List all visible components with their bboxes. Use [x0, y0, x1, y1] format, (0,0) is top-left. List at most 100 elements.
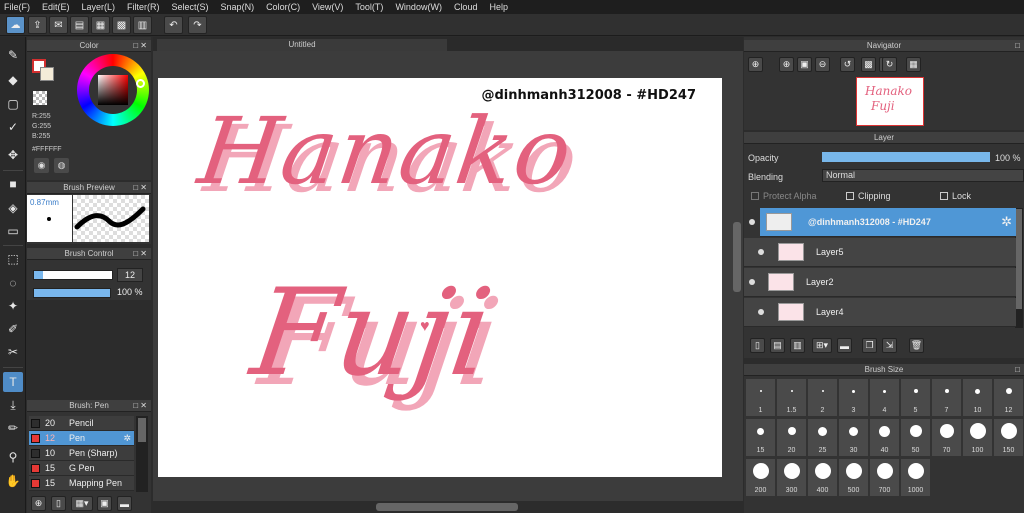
menu-item[interactable]: Color(C): [266, 2, 300, 12]
brush-size-option[interactable]: 25: [808, 419, 837, 456]
magic-wand-icon[interactable]: ✦: [3, 296, 23, 316]
menu-item[interactable]: Edit(E): [42, 2, 70, 12]
brush-settings-icon[interactable]: ▣: [97, 496, 112, 511]
background-color-swatch[interactable]: [40, 67, 54, 81]
new-layer-icon[interactable]: ▯: [750, 338, 765, 353]
layer-row[interactable]: Layer5: [744, 238, 1016, 267]
copy-brush-icon[interactable]: ▯: [51, 496, 66, 511]
visibility-icon[interactable]: [749, 279, 755, 285]
menu-item[interactable]: Snap(N): [221, 2, 255, 12]
add-brush-icon[interactable]: ⊕: [31, 496, 46, 511]
select-rect-icon[interactable]: ▢: [3, 94, 23, 114]
gradient-tool-icon[interactable]: ▭: [3, 221, 23, 241]
rotate-left-icon[interactable]: ↺: [840, 57, 855, 72]
layer-row[interactable]: @dinhmanh312008 - #HD247 ✲: [760, 208, 1016, 237]
chat-icon[interactable]: ✉: [49, 16, 68, 34]
navigator-thumbnail[interactable]: Hanako Fuji: [856, 77, 924, 126]
hue-cursor[interactable]: [136, 79, 145, 88]
brush-size-slider[interactable]: [33, 270, 113, 280]
color-set-icon[interactable]: ◍: [54, 158, 69, 173]
transparent-color-swatch[interactable]: [33, 91, 47, 105]
add-layer-menu-icon[interactable]: ⊞▾: [812, 338, 832, 353]
eraser-tool-icon[interactable]: ◆: [3, 70, 23, 90]
gear-icon[interactable]: ✲: [123, 431, 131, 446]
rect-select-icon[interactable]: ⬚: [3, 249, 23, 269]
select-pen-icon[interactable]: ✐: [3, 319, 23, 339]
tab-untitled[interactable]: Untitled: [157, 39, 447, 51]
menu-item[interactable]: Cloud: [454, 2, 478, 12]
close-icon[interactable]: □ ✕: [133, 401, 147, 410]
brush-size-option[interactable]: 500: [839, 459, 868, 496]
hand-tool-icon[interactable]: ✋: [3, 471, 23, 491]
brush-size-option[interactable]: 100: [963, 419, 992, 456]
cloud-icon[interactable]: ☁: [6, 16, 25, 34]
zoom-out-icon[interactable]: ⊖: [815, 57, 830, 72]
folder-icon[interactable]: ▬: [837, 338, 852, 353]
brush-tool-icon[interactable]: ✎: [3, 45, 23, 65]
brush-folder-icon[interactable]: ▬: [117, 496, 132, 511]
grid-icon[interactable]: ▩: [112, 16, 131, 34]
menu-item[interactable]: Filter(R): [127, 2, 160, 12]
redo-icon[interactable]: ↷: [188, 16, 207, 34]
brush-list-item[interactable]: 15 Mapping Pen: [29, 476, 134, 491]
brush-size-option[interactable]: 1.5: [777, 379, 806, 416]
hue-wheel[interactable]: [77, 54, 149, 126]
brush-size-option[interactable]: 3: [839, 379, 868, 416]
palette-icon[interactable]: ◉: [34, 158, 49, 173]
brush-opacity-slider[interactable]: [33, 288, 111, 298]
brush-size-option[interactable]: 70: [932, 419, 961, 456]
brush-size-option[interactable]: 400: [808, 459, 837, 496]
brush-size-option[interactable]: 5: [901, 379, 930, 416]
brush-list-item[interactable]: 10 Pen (Sharp): [29, 446, 134, 461]
layer-scrollbar[interactable]: [1015, 208, 1023, 328]
gear-icon[interactable]: ✲: [1001, 214, 1012, 230]
menu-item[interactable]: Help: [489, 2, 508, 12]
close-icon[interactable]: □ ✕: [133, 183, 147, 192]
brush-size-option[interactable]: 15: [746, 419, 775, 456]
brush-list-item[interactable]: 20 Pencil: [29, 416, 134, 431]
layer-opacity-slider[interactable]: [822, 152, 990, 162]
close-icon[interactable]: □ ✕: [133, 41, 147, 50]
comment-icon[interactable]: ▤: [70, 16, 89, 34]
menu-item[interactable]: View(V): [312, 2, 343, 12]
lock-checkbox[interactable]: [940, 192, 948, 200]
menu-item[interactable]: Layer(L): [82, 2, 116, 12]
brush-list-scrollbar[interactable]: [136, 416, 148, 492]
brush-size-option[interactable]: 12: [994, 379, 1023, 416]
menu-item[interactable]: File(F): [4, 2, 30, 12]
menu-item[interactable]: Tool(T): [355, 2, 383, 12]
export-icon[interactable]: ⇪: [28, 16, 47, 34]
brush-size-option[interactable]: 150: [994, 419, 1023, 456]
brush-size-option[interactable]: 10: [963, 379, 992, 416]
fit-window-icon[interactable]: ▣: [797, 57, 812, 72]
canvas-vertical-scrollbar[interactable]: [733, 222, 741, 292]
select-eraser-icon[interactable]: ✂: [3, 342, 23, 362]
operation-tool-icon[interactable]: ⤓: [3, 395, 23, 415]
brush-size-option[interactable]: 1: [746, 379, 775, 416]
visibility-icon[interactable]: [758, 309, 764, 315]
canvas-horizontal-scrollbar[interactable]: [376, 503, 518, 511]
fill-rect-icon[interactable]: ■: [3, 174, 23, 194]
brush-size-option[interactable]: 700: [870, 459, 899, 496]
zoom-in-icon[interactable]: ⊕: [779, 57, 794, 72]
flip-icon[interactable]: ▩: [861, 57, 876, 72]
brush-menu-icon[interactable]: ▦▾: [71, 496, 93, 511]
lasso-select-icon[interactable]: ◌: [3, 273, 23, 293]
visibility-icon[interactable]: [749, 219, 755, 225]
brush-size-option[interactable]: 200: [746, 459, 775, 496]
merge-layer-icon[interactable]: ⇲: [882, 338, 897, 353]
bucket-tool-icon[interactable]: ◈: [3, 198, 23, 218]
rotate-right-icon[interactable]: ↻: [882, 57, 897, 72]
brush-size-option[interactable]: 7: [932, 379, 961, 416]
brush-size-value[interactable]: 12: [117, 268, 143, 282]
menu-item[interactable]: Select(S): [172, 2, 209, 12]
new-halftone-icon[interactable]: ▥: [790, 338, 805, 353]
brush-size-option[interactable]: 300: [777, 459, 806, 496]
blending-select[interactable]: Normal: [822, 169, 1024, 182]
close-icon[interactable]: □: [1015, 365, 1020, 374]
brush-list-item[interactable]: 12 Pen ✲: [29, 431, 134, 446]
close-icon[interactable]: □: [1015, 41, 1020, 50]
snap-icon[interactable]: ▦: [906, 57, 921, 72]
delete-layer-icon[interactable]: 🗑: [909, 338, 924, 353]
brush-size-option[interactable]: 30: [839, 419, 868, 456]
